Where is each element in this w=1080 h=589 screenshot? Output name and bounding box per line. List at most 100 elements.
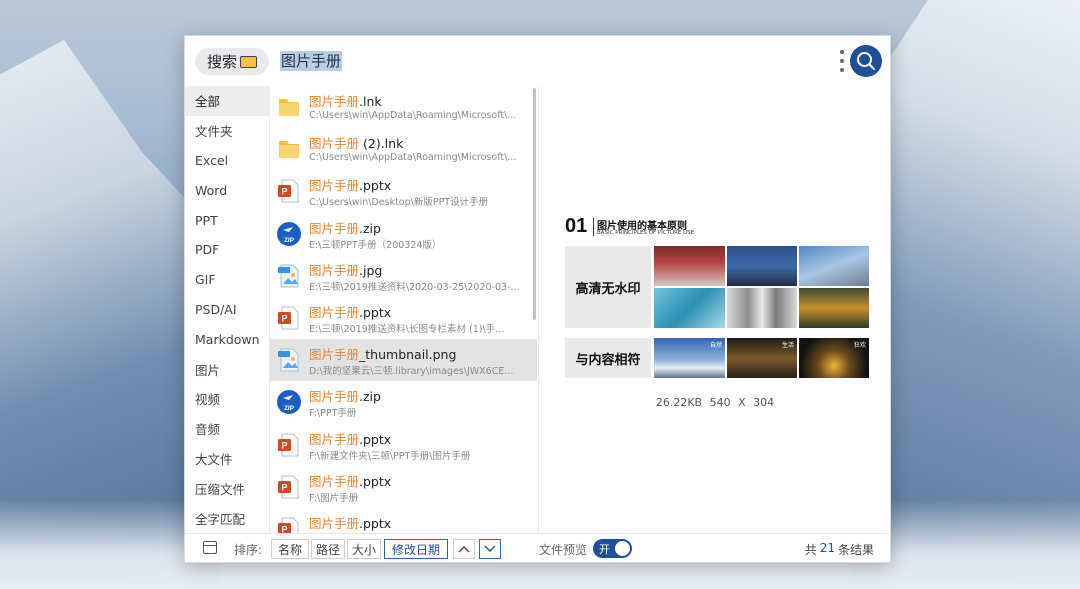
file-path: E:\三顿\2019推送资料\长图专栏素材 (1)\手... [309, 323, 505, 335]
svg-text:P: P [281, 187, 287, 197]
preview-thumbnail: 01 图片使用的基本原则 BASIC PRINCIPLES OF PICTURE… [565, 215, 869, 386]
photo-life: 生活 [727, 338, 797, 378]
slide-number: 01 [565, 215, 588, 237]
sort-label: 排序: [234, 543, 263, 557]
file-row[interactable]: 图片手册 (2).lnk C:\Users\win\AppData\Roamin… [270, 128, 537, 170]
file-name-match: 图片手册 [309, 304, 360, 320]
file-name-match: 图片手册 [309, 136, 360, 152]
file-row[interactable]: P 图片手册.pptx F:\新建文件夹\三顿\PPT手册\图片手册 [270, 424, 537, 466]
file-row[interactable]: P 图片手册.pptx C:\Users\win\Desktop\新版PPT设计… [270, 170, 537, 212]
sidebar-item-large-files[interactable]: 大文件 [185, 444, 269, 474]
file-name-rest: .pptx [359, 304, 392, 320]
tag-life: 生活 [781, 342, 794, 349]
search-input[interactable]: 图片手册 [280, 51, 343, 71]
sidebar-item-whole-word[interactable]: 全字匹配 [185, 503, 269, 533]
file-name-rest: .pptx [359, 178, 392, 194]
sidebar-item-archives[interactable]: 压缩文件 [185, 473, 269, 503]
search-button[interactable] [850, 45, 882, 77]
calendar-icon[interactable] [203, 541, 217, 554]
svg-text:ZIP: ZIP [284, 237, 295, 244]
sidebar-item-psd-ai[interactable]: PSD/AI [185, 295, 269, 325]
sidebar-item-folder[interactable]: 文件夹 [185, 116, 269, 146]
sort-descending-button[interactable] [479, 539, 501, 559]
file-path: C:\Users\win\AppData\Roaming\Microsoft\.… [309, 152, 517, 164]
file-row[interactable]: P 图片手册.pptx F:\图片手册 [270, 466, 537, 508]
file-name-match: 图片手册 [309, 220, 360, 236]
sidebar-item-excel[interactable]: Excel [185, 146, 269, 176]
file-name-rest: .jpg [359, 262, 383, 278]
sort-by-name-button[interactable]: 名称 [271, 539, 309, 559]
file-name-match: 图片手册 [309, 515, 360, 531]
file-path: E:\三顿PPT手册（200324版） [309, 239, 442, 251]
file-row[interactable]: P 图片手册.pptx E:\三顿\2019推送资料\长图专栏素材 (1)\手.… [270, 297, 537, 339]
file-row[interactable]: 图片手册.lnk C:\Users\win\AppData\Roaming\Mi… [270, 86, 537, 128]
folder-icon [240, 55, 257, 68]
more-options-icon[interactable] [838, 50, 846, 72]
file-name-match: 图片手册 [309, 94, 360, 109]
file-name-rest: .zip [359, 220, 381, 236]
result-number: 21 [819, 541, 835, 555]
svg-text:P: P [281, 482, 287, 492]
file-path: F:\新建文件夹\三顿\PPT手册\图片手册 [309, 450, 471, 462]
photo-portraits [727, 288, 797, 328]
pptx-icon: P [278, 475, 299, 499]
file-path: C:\Users\win\Desktop\新版PPT设计手册 [309, 197, 489, 209]
file-name-match: 图片手册 [309, 262, 360, 278]
sidebar-item-audio[interactable]: 音频 [185, 414, 269, 444]
image-icon [278, 264, 299, 288]
file-name-match: 图片手册 [309, 473, 360, 489]
sidebar-item-word[interactable]: Word [185, 175, 269, 205]
file-path: F:\PPT手册 [309, 408, 357, 420]
search-scope-button[interactable]: 搜索 [195, 48, 269, 75]
sidebar-item-all[interactable]: 全部 [185, 86, 269, 116]
sidebar-item-gif[interactable]: GIF [185, 265, 269, 295]
zip-icon: ZIP [277, 390, 301, 415]
image-dimensions: 540 X 304 [709, 396, 775, 409]
file-name-rest: .zip [359, 389, 381, 405]
preview-pane: 01 图片使用的基本原则 BASIC PRINCIPLES OF PICTURE… [538, 86, 890, 533]
photo-party: 狂欢 [799, 338, 869, 378]
sort-ascending-button[interactable] [453, 539, 475, 559]
sidebar-item-ppt[interactable]: PPT [185, 205, 269, 235]
sort-by-size-button[interactable]: 大小 [347, 539, 381, 559]
svg-text:ZIP: ZIP [284, 405, 295, 412]
search-window: 搜索 图片手册 全部 文件夹 Excel Word PPT PDF GIF PS… [184, 35, 891, 563]
file-row[interactable]: P 图片手册.pptx [270, 508, 537, 533]
tag-party: 狂欢 [853, 342, 866, 349]
file-preview-label: 文件预览 [539, 543, 588, 557]
file-row[interactable]: ZIP 图片手册.zip F:\PPT手册 [270, 381, 537, 423]
file-row-selected[interactable]: 图片手册_thumbnail.png D:\我的坚果云\三顿.library\i… [270, 339, 537, 382]
file-row[interactable]: 图片手册.jpg E:\三顿\2019推送资料\2020-03-25\2020-… [270, 255, 537, 297]
scope-label: 搜索 [206, 53, 237, 71]
slide-divider [593, 218, 594, 236]
svg-text:P: P [281, 524, 287, 533]
sidebar-item-pdf[interactable]: PDF [185, 235, 269, 265]
status-bar: 排序: 名称 路径 大小 修改日期 文件预览 开 共 21 条结果 [185, 533, 890, 562]
preview-meta: 26.22KB 540 X 304 [539, 396, 891, 409]
file-name-rest: .pptx [359, 515, 392, 531]
sort-by-path-button[interactable]: 路径 [311, 539, 345, 559]
sidebar-item-video[interactable]: 视频 [185, 384, 269, 414]
file-name-rest: .pptx [359, 431, 392, 447]
row-label-hd: 高清无水印 [565, 246, 651, 328]
chevron-up-icon [458, 546, 470, 553]
pptx-icon: P [278, 306, 299, 330]
file-path: D:\我的坚果云\三顿.library\images\JWX6CE... [309, 366, 514, 378]
file-list-scrollbar[interactable] [533, 88, 536, 320]
sort-by-date-button[interactable]: 修改日期 [384, 539, 448, 559]
search-icon [857, 52, 876, 71]
file-path: E:\三顿\2019推送资料\2020-03-25\2020-03-... [309, 281, 520, 293]
sidebar-item-markdown[interactable]: Markdown [185, 324, 269, 354]
result-count: 共 21 条结果 [805, 541, 874, 558]
file-name-match: 图片手册 [309, 347, 360, 363]
toggle-knob [615, 541, 630, 556]
file-path: C:\Users\win\AppData\Roaming\Microsoft\.… [309, 110, 517, 121]
pptx-icon: P [278, 517, 299, 533]
sidebar-item-images[interactable]: 图片 [185, 354, 269, 384]
category-sidebar: 全部 文件夹 Excel Word PPT PDF GIF PSD/AI Mar… [185, 86, 269, 533]
file-row[interactable]: ZIP 图片手册.zip E:\三顿PPT手册（200324版） [270, 213, 537, 255]
file-name-rest: (2).lnk [359, 136, 404, 152]
zip-icon: ZIP [277, 221, 301, 246]
file-preview-toggle[interactable]: 开 [593, 539, 632, 558]
toggle-label: 开 [599, 543, 610, 556]
